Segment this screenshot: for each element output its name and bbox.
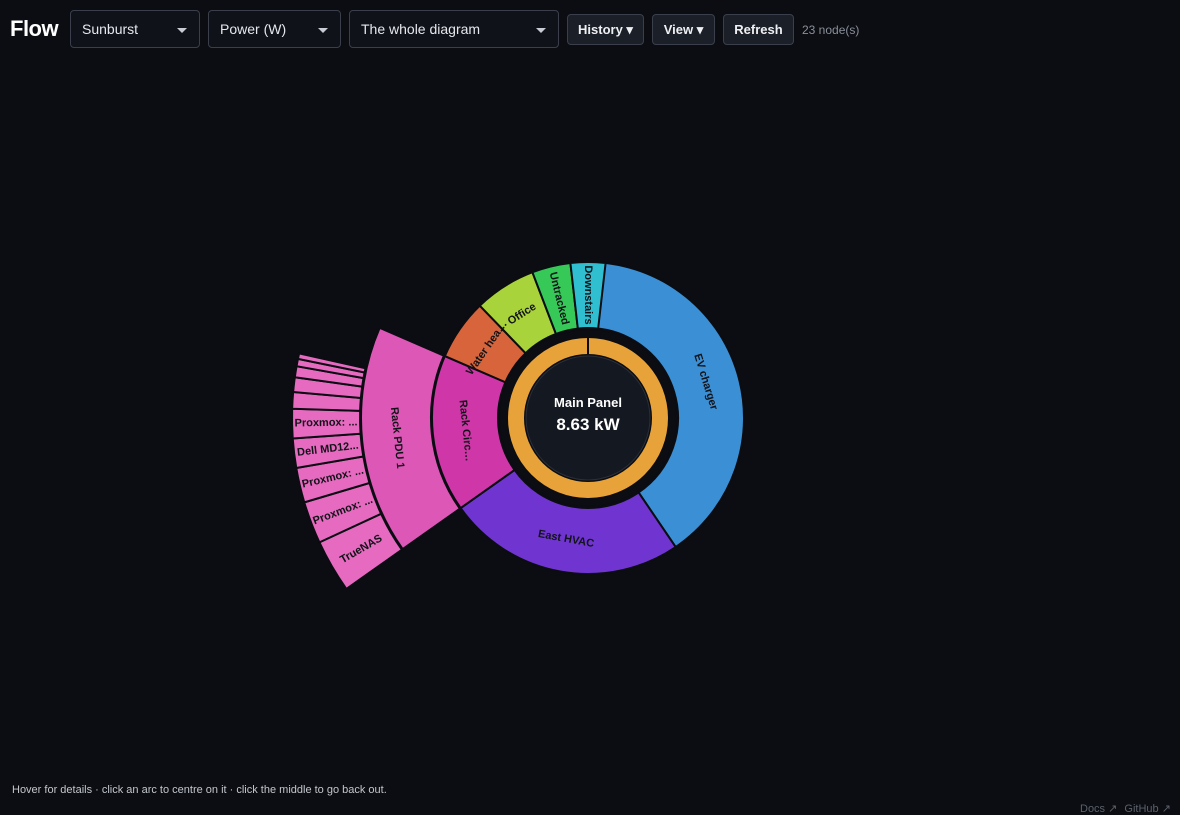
- sunburst-chart: Main Panel8.63 kWEV chargerEast HVACRack…: [291, 260, 745, 591]
- center-label: Main Panel: [554, 395, 622, 410]
- footer-hint: Hover for details · click an arc to cent…: [12, 784, 387, 796]
- arc-label-downstairs: Downstairs: [582, 265, 594, 324]
- sunburst-chart-area: Main Panel 8.63 kW EV charger East HVAC Rack…: [0, 0, 1180, 810]
- arc-label-proxmox-3: Proxmox: ...: [294, 416, 357, 429]
- footer-links: Docs ↗ GitHub ↗: [1080, 802, 1175, 815]
- docs-link[interactable]: Docs ↗: [1080, 803, 1117, 815]
- github-link[interactable]: GitHub ↗: [1124, 803, 1171, 815]
- center-value: 8.63 kW: [556, 415, 620, 434]
